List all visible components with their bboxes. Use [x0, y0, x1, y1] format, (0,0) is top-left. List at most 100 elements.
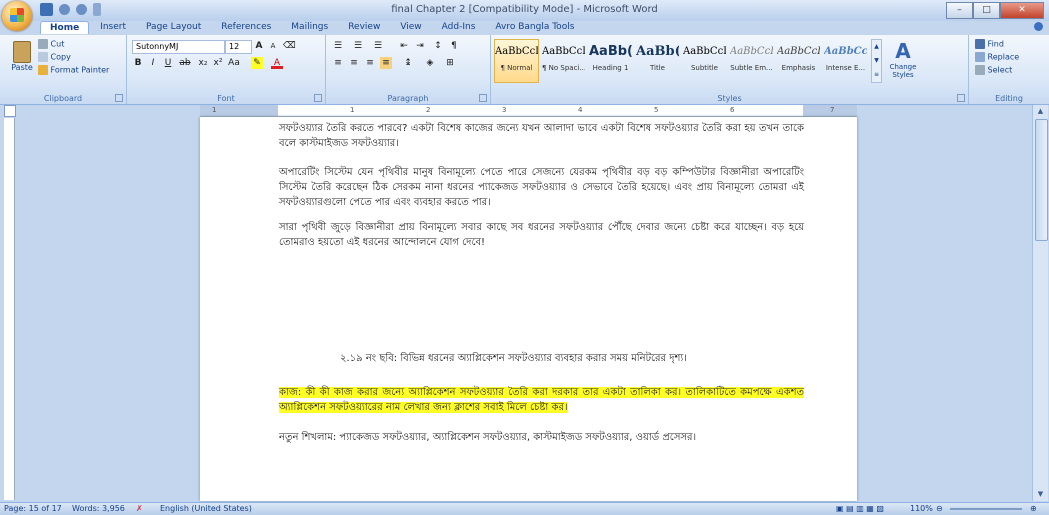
tab-mailings[interactable]: Mailings: [282, 21, 337, 34]
superscript-button[interactable]: x²: [212, 57, 224, 69]
tab-add-ins[interactable]: Add-Ins: [433, 21, 485, 34]
figure-caption: ২.১৯ নং ছবি: বিভিন্ন ধরনের অ্যাপ্লিকেশন …: [340, 353, 687, 364]
paragraph-3: সারা পৃথিবী জুড়ে বিজ্ঞানীরা প্রায় বিনা…: [279, 222, 804, 248]
minimize-button[interactable]: –: [946, 2, 973, 19]
borders-icon[interactable]: ⊞: [444, 57, 456, 69]
styles-scroll-icon[interactable]: ▲ ▼ ≡: [871, 39, 882, 83]
justify-icon[interactable]: ≡: [380, 57, 392, 69]
paragraph-group: ☰ ☰ ☰ ⇤ ⇥ ↕ ¶ ≡ ≡ ≡ ≡ ↨ ◈ ⊞ Paragraph: [326, 35, 491, 104]
horizontal-ruler[interactable]: 1 1 2 3 4 5 6 7: [200, 105, 857, 117]
highlight-color-icon[interactable]: ✎: [251, 57, 263, 69]
paragraph-label: Paragraph: [387, 94, 429, 103]
font-name-box[interactable]: SutonnyMJ: [132, 40, 225, 54]
find-button[interactable]: Find: [975, 39, 1004, 49]
scrollbar-thumb[interactable]: [1035, 119, 1048, 241]
style-heading-1[interactable]: AaBb(Heading 1: [588, 39, 633, 83]
sort-icon[interactable]: ↕: [432, 40, 444, 52]
tab-selector-icon[interactable]: [4, 105, 16, 117]
window-controls: – □ ✕: [946, 2, 1044, 19]
format-painter-button[interactable]: Format Painter: [38, 65, 109, 75]
style-title[interactable]: AaBb(Title: [635, 39, 680, 83]
grow-font-button[interactable]: A: [253, 40, 265, 52]
bullets-icon[interactable]: ☰: [332, 40, 344, 52]
brush-icon: [38, 65, 48, 75]
word-count[interactable]: Words: 3,956: [72, 504, 125, 513]
multilevel-list-icon[interactable]: ☰: [372, 40, 384, 52]
underline-button[interactable]: U: [162, 57, 174, 69]
highlighted-task-text: কাজ: কী কী কাজ করার জন্যে অ্যাপ্লিকেশন স…: [279, 387, 804, 413]
tab-home[interactable]: Home: [40, 21, 90, 34]
subscript-button[interactable]: x₂: [197, 57, 209, 69]
clipboard-launcher-icon[interactable]: [115, 94, 123, 102]
task-paragraph: কাজ: কী কী কাজ করার জন্যে অ্যাপ্লিকেশন স…: [279, 385, 804, 415]
line-spacing-icon[interactable]: ↨: [402, 57, 414, 69]
numbering-icon[interactable]: ☰: [352, 40, 364, 52]
tab-page-layout[interactable]: Page Layout: [137, 21, 210, 34]
select-button[interactable]: Select: [975, 65, 1012, 75]
close-button[interactable]: ✕: [1000, 2, 1044, 19]
copy-button[interactable]: Copy: [38, 52, 71, 62]
page-count[interactable]: Page: 15 of 17: [4, 504, 62, 513]
cursor-icon: [975, 65, 985, 75]
replace-button[interactable]: Replace: [975, 52, 1019, 62]
zoom-slider[interactable]: [950, 508, 1022, 510]
change-styles-icon: A: [895, 39, 911, 63]
align-right-icon[interactable]: ≡: [364, 57, 376, 69]
styles-group: AaBbCcI ¶ Normal AaBbCcI ¶ No Spaci... AaB…: [491, 35, 969, 104]
scroll-up-icon[interactable]: ▲: [1035, 106, 1046, 116]
styles-label: Styles: [717, 94, 742, 103]
copy-icon: [38, 52, 48, 62]
zoom-out-icon[interactable]: ⊖: [936, 504, 943, 513]
shading-icon[interactable]: ◈: [424, 57, 436, 69]
office-button[interactable]: [2, 1, 32, 31]
zoom-in-icon[interactable]: ⊕: [1030, 504, 1037, 513]
title-bar: final Chapter 2 [Compatibility Mode] - M…: [0, 0, 1049, 21]
vertical-scrollbar[interactable]: ▲ ▼: [1032, 105, 1048, 501]
view-buttons[interactable]: ▣ ▤ ▥ ▦ ▧: [836, 504, 884, 513]
paste-button[interactable]: Paste: [10, 41, 34, 72]
cut-button[interactable]: Cut: [38, 39, 64, 49]
proofing-icon[interactable]: ✗: [136, 504, 143, 513]
scissors-icon: [38, 39, 48, 49]
document-page[interactable]: সফটওয়্যার তৈরি করতে পারবে? একটা বিশেষ ক…: [200, 117, 857, 501]
show-marks-icon[interactable]: ¶: [448, 40, 460, 52]
shrink-font-button[interactable]: A: [267, 40, 279, 52]
bold-button[interactable]: B: [132, 57, 144, 69]
ribbon: Paste Cut Copy Format Painter Clipboard …: [0, 35, 1049, 105]
font-launcher-icon[interactable]: [314, 94, 322, 102]
vertical-ruler[interactable]: [4, 118, 15, 500]
change-case-button[interactable]: Aa: [228, 57, 240, 69]
font-size-box[interactable]: 12: [225, 40, 252, 54]
align-center-icon[interactable]: ≡: [348, 57, 360, 69]
language[interactable]: English (United States): [160, 504, 252, 513]
tab-references[interactable]: References: [212, 21, 280, 34]
italic-button[interactable]: I: [147, 57, 159, 69]
binoculars-icon: [975, 39, 985, 49]
tab-insert[interactable]: Insert: [91, 21, 135, 34]
clipboard-group: Paste Cut Copy Format Painter Clipboard: [0, 35, 127, 104]
status-bar: Page: 15 of 17 Words: 3,956 ✗ English (U…: [0, 502, 1049, 515]
tab-avro-bangla-tools[interactable]: Avro Bangla Tools: [486, 21, 583, 34]
clear-format-icon[interactable]: ⌫: [283, 40, 296, 52]
align-left-icon[interactable]: ≡: [332, 57, 344, 69]
increase-indent-icon[interactable]: ⇥: [414, 40, 426, 52]
tab-view[interactable]: View: [391, 21, 430, 34]
style-normal[interactable]: AaBbCcI ¶ Normal: [494, 39, 539, 83]
zoom-level[interactable]: 110%: [910, 504, 933, 513]
style-no-spacing[interactable]: AaBbCcI ¶ No Spaci...: [541, 39, 586, 83]
change-styles-button[interactable]: A Change Styles: [883, 39, 923, 79]
styles-launcher-icon[interactable]: [957, 94, 965, 102]
paragraph-2: অপারেটিং সিস্টেম যেন পৃথিবীর মানুষ বিনাম…: [279, 167, 804, 208]
style-subtle-emphasis[interactable]: AaBbCcI Subtle Em...: [729, 39, 774, 83]
maximize-button[interactable]: □: [973, 2, 1000, 19]
paragraph-launcher-icon[interactable]: [479, 94, 487, 102]
style-emphasis[interactable]: AaBbCcI Emphasis: [776, 39, 821, 83]
decrease-indent-icon[interactable]: ⇤: [398, 40, 410, 52]
scroll-down-icon[interactable]: ▼: [1035, 489, 1046, 499]
style-subtitle[interactable]: AaBbCcI Subtitle: [682, 39, 727, 83]
tab-review[interactable]: Review: [339, 21, 389, 34]
strikethrough-button[interactable]: ab: [179, 57, 191, 69]
font-color-icon[interactable]: A: [271, 57, 283, 69]
style-intense-emphasis[interactable]: AaBbCc Intense E...: [823, 39, 868, 83]
help-icon[interactable]: [1034, 22, 1043, 31]
